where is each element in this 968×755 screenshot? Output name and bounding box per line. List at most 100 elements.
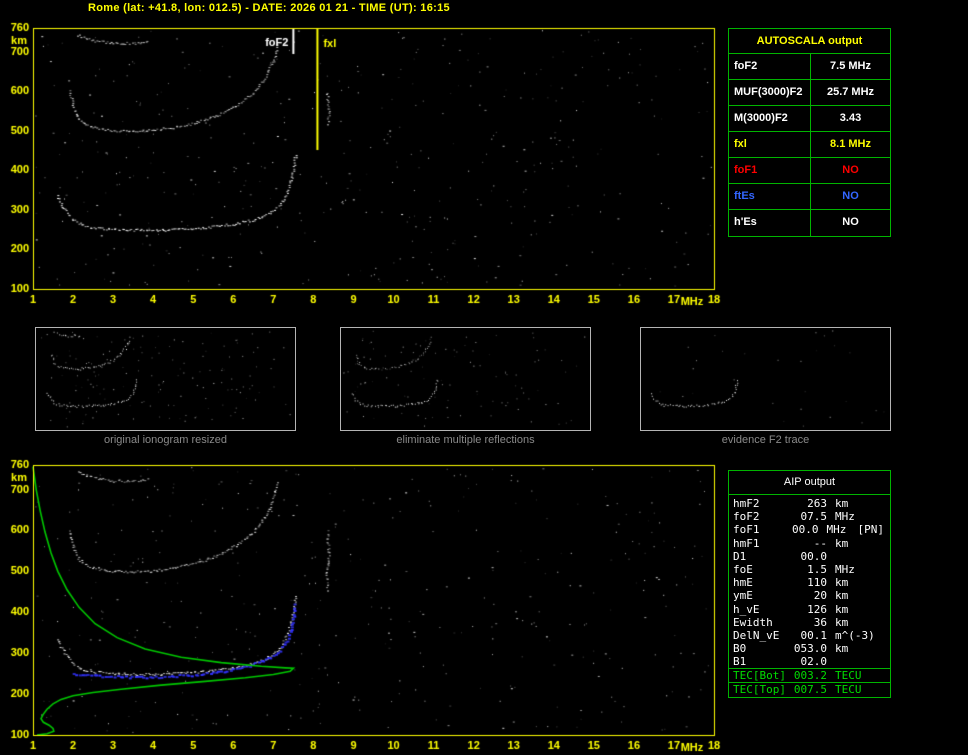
parameter-value: 263 xyxy=(791,497,827,510)
autoscala-window: Rome (lat: +41.8, lon: 012.5) - DATE: 20… xyxy=(0,0,968,755)
aip-output-table: AIP output hmF2263kmfoF207.5MHzfoF100.0M… xyxy=(728,470,891,698)
parameter-value: 007.5 xyxy=(791,683,827,695)
bottom-ionogram-canvas xyxy=(0,458,730,755)
parameter-unit: km xyxy=(827,616,869,629)
parameter-note xyxy=(869,589,886,602)
thumbnail-filtered-canvas xyxy=(341,328,590,430)
parameter-label: ftEs xyxy=(729,184,811,209)
autoscala-row: fxl8.1 MHz xyxy=(729,132,890,158)
parameter-note xyxy=(869,642,886,655)
thumbnail-filtered xyxy=(340,327,591,431)
parameter-value: 003.2 xyxy=(791,669,827,681)
parameter-unit: TECU xyxy=(827,669,869,681)
parameter-label: hmE xyxy=(733,576,791,589)
aip-row: hmF2263km xyxy=(729,497,890,510)
thumbnail-caption-filtered: eliminate multiple reflections xyxy=(340,433,591,447)
parameter-value: 00.1 xyxy=(791,629,827,642)
parameter-unit xyxy=(827,550,869,563)
aip-table-title: AIP output xyxy=(729,471,890,495)
aip-row: B0053.0km xyxy=(729,642,890,655)
parameter-note xyxy=(869,655,886,668)
autoscala-table-title: AUTOSCALA output xyxy=(729,29,890,54)
aip-row: h_vE126km xyxy=(729,603,890,616)
parameter-note xyxy=(869,537,886,550)
autoscala-output-table: AUTOSCALA output foF27.5 MHzMUF(3000)F22… xyxy=(728,28,891,237)
autoscala-row: foF27.5 MHz xyxy=(729,54,890,80)
parameter-value: NO xyxy=(811,158,890,183)
parameter-unit: km xyxy=(827,576,869,589)
parameter-note xyxy=(869,616,886,629)
thumbnail-original-canvas xyxy=(36,328,295,430)
aip-row: D100.0 xyxy=(729,550,890,563)
autoscala-row: ftEsNO xyxy=(729,184,890,210)
parameter-unit xyxy=(827,655,869,668)
aip-row: foE1.5MHz xyxy=(729,563,890,576)
parameter-value: -- xyxy=(791,537,827,550)
thumbnail-original xyxy=(35,327,296,431)
aip-row: TEC[Top]007.5TECU xyxy=(729,682,890,695)
parameter-note xyxy=(869,629,886,642)
parameter-label: hmF2 xyxy=(733,497,791,510)
parameter-unit: TECU xyxy=(827,683,869,695)
aip-table-rows: hmF2263kmfoF207.5MHzfoF100.0MHz[PN]hmF1-… xyxy=(729,495,890,697)
top-ionogram-canvas xyxy=(0,16,730,314)
parameter-value: 110 xyxy=(791,576,827,589)
parameter-label: M(3000)F2 xyxy=(729,106,811,131)
parameter-note xyxy=(869,576,886,589)
parameter-unit: km xyxy=(827,603,869,616)
aip-row: Ewidth36km xyxy=(729,616,890,629)
parameter-label: h'Es xyxy=(729,210,811,236)
parameter-unit: km xyxy=(827,642,869,655)
parameter-note xyxy=(869,563,886,576)
parameter-value: 126 xyxy=(791,603,827,616)
parameter-note: [PN] xyxy=(857,523,886,536)
autoscala-row: MUF(3000)F225.7 MHz xyxy=(729,80,890,106)
parameter-note xyxy=(869,603,886,616)
autoscala-row: h'EsNO xyxy=(729,210,890,236)
parameter-value: 3.43 xyxy=(811,106,890,131)
parameter-label: foF1 xyxy=(729,158,811,183)
parameter-value: 8.1 MHz xyxy=(811,132,890,157)
parameter-label: fxl xyxy=(729,132,811,157)
parameter-label: DelN_vE xyxy=(733,629,791,642)
parameter-label: h_vE xyxy=(733,603,791,616)
parameter-value: NO xyxy=(811,210,890,236)
parameter-label: TEC[Top] xyxy=(733,683,791,695)
parameter-unit: km xyxy=(827,589,869,602)
parameter-value: NO xyxy=(811,184,890,209)
parameter-unit: m^(-3) xyxy=(827,629,869,642)
parameter-label: hmF1 xyxy=(733,537,791,550)
page-title: Rome (lat: +41.8, lon: 012.5) - DATE: 20… xyxy=(88,2,450,14)
thumbnail-caption-original: original ionogram resized xyxy=(35,433,296,447)
parameter-unit: MHz xyxy=(827,510,869,523)
parameter-note xyxy=(869,669,886,681)
autoscala-table-rows: foF27.5 MHzMUF(3000)F225.7 MHzM(3000)F23… xyxy=(729,54,890,236)
parameter-note xyxy=(869,497,886,510)
parameter-value: 25.7 MHz xyxy=(811,80,890,105)
parameter-label: MUF(3000)F2 xyxy=(729,80,811,105)
parameter-label: B0 xyxy=(733,642,791,655)
aip-row: foF100.0MHz[PN] xyxy=(729,523,890,536)
parameter-note xyxy=(869,683,886,695)
thumbnail-caption-f2trace: evidence F2 trace xyxy=(640,433,891,447)
parameter-value: 00.0 xyxy=(791,550,827,563)
parameter-label: TEC[Bot] xyxy=(733,669,791,681)
autoscala-row: M(3000)F23.43 xyxy=(729,106,890,132)
parameter-label: Ewidth xyxy=(733,616,791,629)
parameter-label: B1 xyxy=(733,655,791,668)
thumbnail-f2trace xyxy=(640,327,891,431)
parameter-label: foF2 xyxy=(733,510,791,523)
parameter-note xyxy=(869,510,886,523)
parameter-value: 20 xyxy=(791,589,827,602)
autoscala-row: foF1NO xyxy=(729,158,890,184)
parameter-value: 7.5 MHz xyxy=(811,54,890,79)
parameter-value: 00.0 xyxy=(786,523,819,536)
aip-row: hmE110km xyxy=(729,576,890,589)
aip-row: ymE20km xyxy=(729,589,890,602)
parameter-note xyxy=(869,550,886,563)
aip-row: hmF1--km xyxy=(729,537,890,550)
parameter-unit: MHz xyxy=(827,563,869,576)
parameter-value: 02.0 xyxy=(791,655,827,668)
parameter-value: 053.0 xyxy=(791,642,827,655)
parameter-label: foF1 xyxy=(733,523,786,536)
